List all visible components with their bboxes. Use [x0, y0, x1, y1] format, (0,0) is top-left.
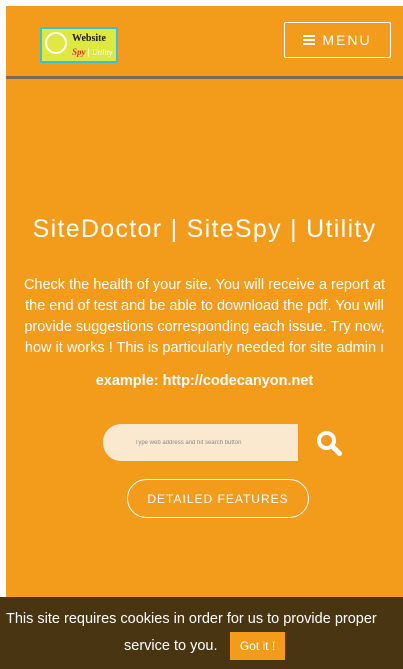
url-search-input[interactable] — [103, 424, 298, 461]
hero-example: example: http://codecanyon.net — [95, 373, 314, 389]
cookie-accept-button[interactable]: Got it ! — [230, 632, 285, 660]
hero-description: Check the health of your site. You will … — [23, 277, 386, 356]
menu-button[interactable]: MENU — [284, 22, 391, 58]
logo-separator: | — [87, 47, 90, 57]
magnifier-logo-icon — [45, 32, 67, 54]
cookie-message-line2: service to you. — [124, 638, 218, 654]
detailed-features-button[interactable]: DETAILED FEATURES — [127, 479, 309, 518]
hero-title: SiteDoctor | SiteSpy | Utility — [32, 215, 377, 243]
logo-word-website: Website — [72, 33, 106, 44]
search-button[interactable] — [298, 420, 360, 465]
site-logo[interactable]: Website Spy | Utility — [40, 27, 118, 63]
cookie-banner: This site requires cookies in order for … — [0, 597, 403, 669]
logo-word-spy-utility: Spy | Utility — [72, 47, 112, 57]
page: Website Spy | Utility MENU SiteDoctor | … — [6, 6, 403, 669]
menu-label: MENU — [322, 32, 372, 48]
logo-word-utility: Utility — [91, 48, 113, 57]
logo-word-spy: Spy — [72, 47, 86, 57]
site-header: Website Spy | Utility MENU — [6, 6, 403, 76]
cookie-message-line1: This site requires cookies in order for … — [6, 611, 377, 627]
search-icon — [317, 430, 342, 456]
viewport: Website Spy | Utility MENU SiteDoctor | … — [0, 0, 403, 669]
hamburger-icon — [303, 35, 316, 45]
header-divider — [6, 76, 403, 79]
